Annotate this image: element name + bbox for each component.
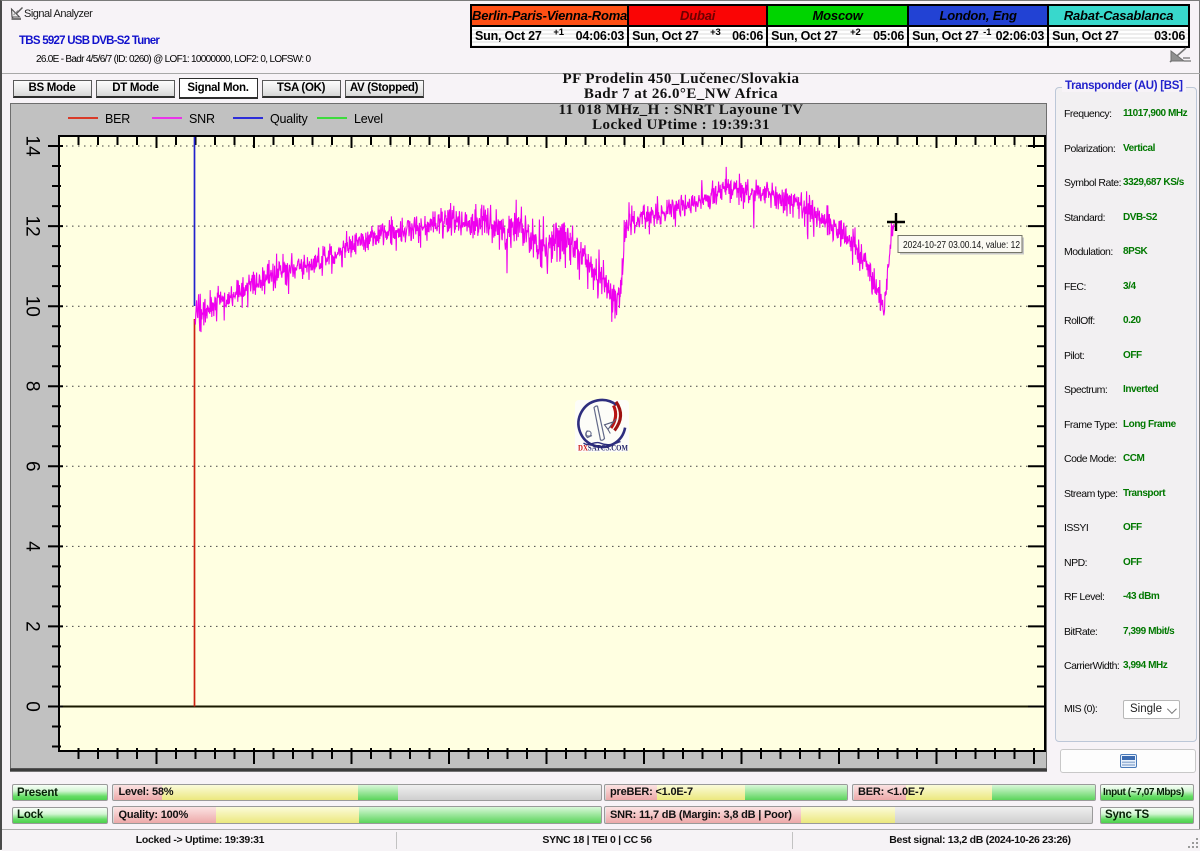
- svg-text:Level: Level: [354, 112, 383, 126]
- svg-text:8: 8: [22, 381, 43, 392]
- svg-text:SNR: SNR: [189, 112, 215, 126]
- svg-text:2: 2: [22, 621, 43, 632]
- svg-text:12: 12: [21, 216, 42, 237]
- svg-text:14: 14: [22, 135, 43, 157]
- svg-text:4: 4: [22, 541, 43, 552]
- svg-text:0: 0: [22, 701, 43, 712]
- svg-text:DXSATCS.COM: DXSATCS.COM: [578, 442, 629, 452]
- svg-text:BER: BER: [105, 112, 130, 126]
- svg-text:10: 10: [22, 296, 43, 317]
- svg-text:Quality: Quality: [270, 112, 308, 126]
- svg-text:6: 6: [22, 461, 43, 472]
- svg-text:2024-10-27 03.00.14, value: 12: 2024-10-27 03.00.14, value: 12: [903, 239, 1020, 251]
